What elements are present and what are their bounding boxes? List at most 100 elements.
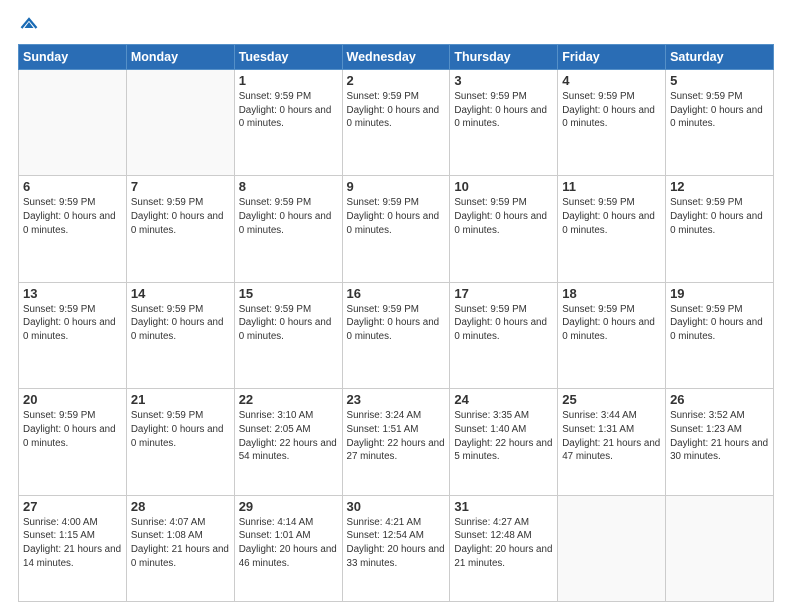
day-info: Sunset: 9:59 PM Daylight: 0 hours and 0 … (23, 196, 122, 237)
calendar-cell: 20 Sunset: 9:59 PM Daylight: 0 hours and … (19, 389, 127, 495)
day-info: Sunset: 9:59 PM Daylight: 0 hours and 0 … (347, 90, 446, 131)
calendar-cell: 2 Sunset: 9:59 PM Daylight: 0 hours and 0… (342, 70, 450, 176)
day-info: Sunset: 9:59 PM Daylight: 0 hours and 0 … (347, 303, 446, 344)
week-row-1: 6 Sunset: 9:59 PM Daylight: 0 hours and 0… (19, 176, 774, 282)
week-row-3: 20 Sunset: 9:59 PM Daylight: 0 hours and … (19, 389, 774, 495)
logo (18, 18, 38, 36)
calendar-cell: 10Sunset: 9:59 PM Daylight: 0 hours and … (450, 176, 558, 282)
day-number: 14 (131, 286, 230, 301)
calendar-cell: 27 Sunrise: 4:00 AM Sunset: 1:15 AM Dayli… (19, 495, 127, 601)
day-info: Sunset: 9:59 PM Daylight: 0 hours and 0 … (670, 90, 769, 131)
day-info: Sunrise: 4:27 AM Sunset: 12:48 AM Daylig… (454, 516, 553, 571)
calendar-cell: 4 Sunset: 9:59 PM Daylight: 0 hours and 0… (558, 70, 666, 176)
day-number: 17 (454, 286, 553, 301)
day-number: 11 (562, 179, 661, 194)
calendar-cell: 17 Sunset: 9:59 PM Daylight: 0 hours and … (450, 282, 558, 388)
weekday-header-saturday: Saturday (666, 45, 774, 70)
day-info: Sunrise: 4:21 AM Sunset: 12:54 AM Daylig… (347, 516, 446, 571)
day-info: Sunset: 9:59 PM Daylight: 0 hours and 0 … (562, 196, 661, 237)
calendar-cell: 13 Sunset: 9:59 PM Daylight: 0 hours and … (19, 282, 127, 388)
day-info: Sunset: 9:59 PM Daylight: 0 hours and 0 … (239, 303, 338, 344)
day-number: 7 (131, 179, 230, 194)
calendar-cell: 11 Sunset: 9:59 PM Daylight: 0 hours and … (558, 176, 666, 282)
day-info: Sunset: 9:59 PM Daylight: 0 hours and 0 … (454, 303, 553, 344)
week-row-0: 1 Sunset: 9:59 PM Daylight: 0 hours and 0… (19, 70, 774, 176)
day-info: Sunrise: 3:24 AM Sunset: 1:51 AM Dayligh… (347, 409, 446, 464)
day-info: Sunset: 9:59 PM Daylight: 0 hours and 0 … (670, 303, 769, 344)
day-info: Sunset: 9:59 PM Daylight: 0 hours and 0 … (23, 409, 122, 450)
day-info: Sunset: 9:59 PM Daylight: 0 hours and 0 … (562, 90, 661, 131)
calendar-cell: 21Sunset: 9:59 PM Daylight: 0 hours and … (126, 389, 234, 495)
day-number: 16 (347, 286, 446, 301)
day-number: 25 (562, 392, 661, 407)
day-number: 31 (454, 499, 553, 514)
day-number: 6 (23, 179, 122, 194)
day-info: Sunset: 9:59 PM Daylight: 0 hours and 0 … (131, 303, 230, 344)
weekday-header-row: SundayMondayTuesdayWednesdayThursdayFrid… (19, 45, 774, 70)
day-info: Sunrise: 3:35 AM Sunset: 1:40 AM Dayligh… (454, 409, 553, 464)
day-number: 26 (670, 392, 769, 407)
calendar-cell: 16 Sunset: 9:59 PM Daylight: 0 hours and … (342, 282, 450, 388)
weekday-header-thursday: Thursday (450, 45, 558, 70)
calendar-cell: 5 Sunset: 9:59 PM Daylight: 0 hours and 0… (666, 70, 774, 176)
calendar-cell: 14 Sunset: 9:59 PM Daylight: 0 hours and … (126, 282, 234, 388)
day-number: 29 (239, 499, 338, 514)
calendar-cell: 8Sunset: 9:59 PM Daylight: 0 hours and 0… (234, 176, 342, 282)
calendar-cell: 29 Sunrise: 4:14 AM Sunset: 1:01 AM Dayli… (234, 495, 342, 601)
day-number: 20 (23, 392, 122, 407)
weekday-header-friday: Friday (558, 45, 666, 70)
day-info: Sunrise: 4:14 AM Sunset: 1:01 AM Dayligh… (239, 516, 338, 571)
day-number: 8 (239, 179, 338, 194)
day-number: 19 (670, 286, 769, 301)
day-number: 13 (23, 286, 122, 301)
calendar-cell: 23 Sunrise: 3:24 AM Sunset: 1:51 AM Dayli… (342, 389, 450, 495)
calendar-cell (558, 495, 666, 601)
calendar-cell: 22 Sunrise: 3:10 AM Sunset: 2:05 AM Dayli… (234, 389, 342, 495)
calendar-cell: 31 Sunrise: 4:27 AM Sunset: 12:48 AM Dayl… (450, 495, 558, 601)
day-number: 2 (347, 73, 446, 88)
day-info: Sunset: 9:59 PM Daylight: 0 hours and 0 … (347, 196, 446, 237)
day-number: 22 (239, 392, 338, 407)
day-number: 18 (562, 286, 661, 301)
day-number: 12 (670, 179, 769, 194)
day-number: 21 (131, 392, 230, 407)
calendar-table: SundayMondayTuesdayWednesdayThursdayFrid… (18, 44, 774, 602)
day-number: 27 (23, 499, 122, 514)
day-info: Sunrise: 4:00 AM Sunset: 1:15 AM Dayligh… (23, 516, 122, 571)
calendar-cell: 18 Sunset: 9:59 PM Daylight: 0 hours and … (558, 282, 666, 388)
day-info: Sunset: 9:59 PM Daylight: 0 hours and 0 … (454, 196, 553, 237)
day-info: Sunset: 9:59 PM Daylight: 0 hours and 0 … (131, 196, 230, 237)
calendar-cell: 28 Sunrise: 4:07 AM Sunset: 1:08 AM Dayli… (126, 495, 234, 601)
day-number: 15 (239, 286, 338, 301)
day-info: Sunset: 9:59 PM Daylight: 0 hours and 0 … (562, 303, 661, 344)
day-number: 5 (670, 73, 769, 88)
calendar-cell: 15 Sunset: 9:59 PM Daylight: 0 hours and … (234, 282, 342, 388)
calendar-cell (666, 495, 774, 601)
calendar-cell: 25Sunrise: 3:44 AM Sunset: 1:31 AM Dayli… (558, 389, 666, 495)
day-info: Sunset: 9:59 PM Daylight: 0 hours and 0 … (239, 90, 338, 131)
day-number: 24 (454, 392, 553, 407)
day-number: 23 (347, 392, 446, 407)
day-info: Sunrise: 3:10 AM Sunset: 2:05 AM Dayligh… (239, 409, 338, 464)
weekday-header-tuesday: Tuesday (234, 45, 342, 70)
day-info: Sunset: 9:59 PM Daylight: 0 hours and 0 … (454, 90, 553, 131)
calendar-cell: 12Sunset: 9:59 PM Daylight: 0 hours and … (666, 176, 774, 282)
calendar-cell: 24 Sunrise: 3:35 AM Sunset: 1:40 AM Dayli… (450, 389, 558, 495)
day-number: 1 (239, 73, 338, 88)
page: SundayMondayTuesdayWednesdayThursdayFrid… (0, 0, 792, 612)
calendar-cell: 26Sunrise: 3:52 AM Sunset: 1:23 AM Dayli… (666, 389, 774, 495)
day-info: Sunset: 9:59 PM Daylight: 0 hours and 0 … (23, 303, 122, 344)
day-number: 28 (131, 499, 230, 514)
day-number: 4 (562, 73, 661, 88)
logo-icon (20, 16, 38, 34)
week-row-2: 13 Sunset: 9:59 PM Daylight: 0 hours and … (19, 282, 774, 388)
weekday-header-sunday: Sunday (19, 45, 127, 70)
day-number: 9 (347, 179, 446, 194)
calendar-cell: 19 Sunset: 9:59 PM Daylight: 0 hours and … (666, 282, 774, 388)
calendar-cell: 6 Sunset: 9:59 PM Daylight: 0 hours and 0… (19, 176, 127, 282)
day-info: Sunrise: 4:07 AM Sunset: 1:08 AM Dayligh… (131, 516, 230, 571)
day-number: 3 (454, 73, 553, 88)
calendar-cell: 3 Sunset: 9:59 PM Daylight: 0 hours and 0… (450, 70, 558, 176)
calendar-cell (126, 70, 234, 176)
header (18, 18, 774, 36)
